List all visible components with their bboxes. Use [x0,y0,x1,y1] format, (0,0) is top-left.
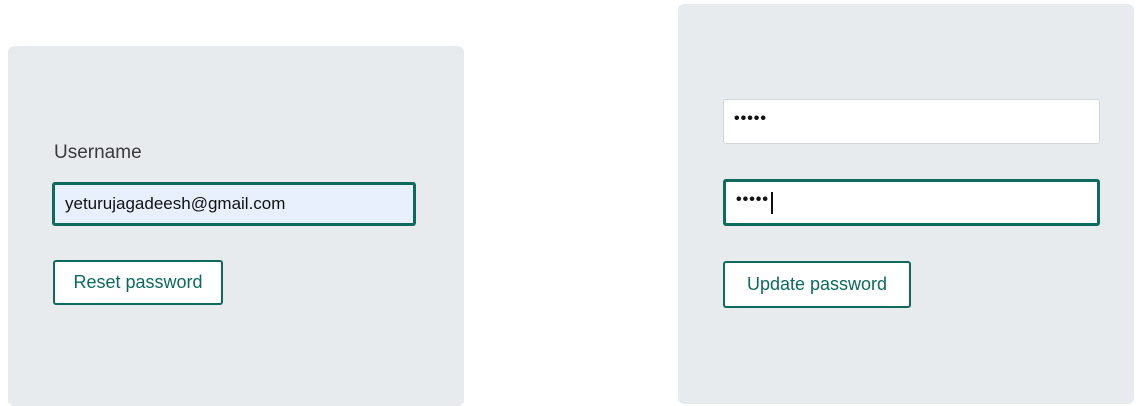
confirm-password-value: ••••• [736,190,770,208]
update-password-button[interactable]: Update password [723,261,911,308]
reset-password-panel: Username yeturujagadeesh@gmail.com Reset… [8,46,464,406]
text-caret [771,191,773,214]
confirm-password-input[interactable]: ••••• [723,179,1100,226]
reset-password-button[interactable]: Reset password [53,260,223,305]
username-value: yeturujagadeesh@gmail.com [65,194,286,213]
update-password-button-label: Update password [746,274,888,294]
new-password-input[interactable]: ••••• [723,99,1100,144]
update-password-panel: ••••• ••••• Update password [678,4,1134,404]
username-label: Username [54,142,142,163]
reset-password-button-label: Reset password [73,272,203,292]
username-input[interactable]: yeturujagadeesh@gmail.com [52,182,416,226]
new-password-value: ••••• [734,109,768,127]
